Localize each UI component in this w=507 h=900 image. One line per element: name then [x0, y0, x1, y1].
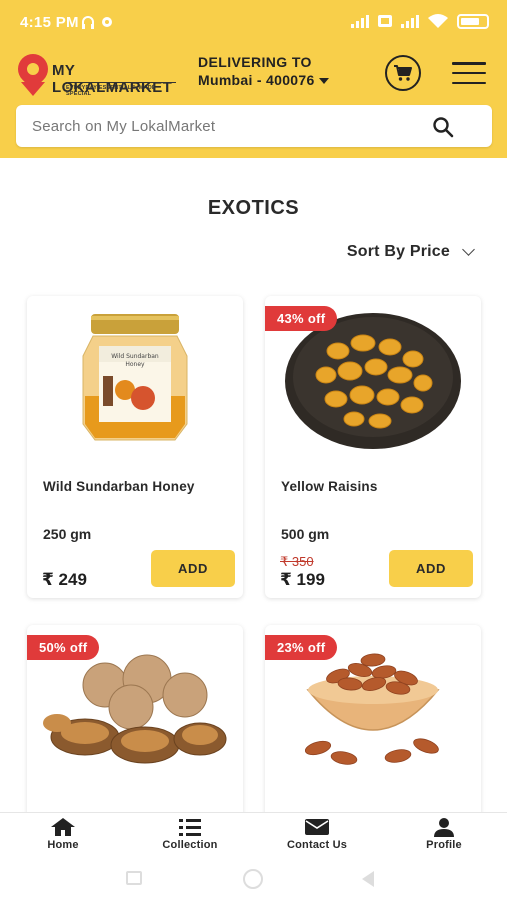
product-weight: 250 gm — [43, 526, 92, 542]
delivery-location-text: Mumbai - 400076 — [198, 72, 315, 88]
nav-contact-label: Contact Us — [286, 839, 348, 851]
page-title: EXOTICS — [207, 197, 300, 219]
cart-button[interactable] — [385, 55, 421, 91]
product-price: ₹ 249 — [42, 570, 87, 589]
search-bar[interactable] — [16, 105, 492, 147]
nav-contact[interactable]: Contact Us — [267, 817, 367, 851]
product-weight: 500 gm — [281, 526, 330, 542]
search-icon[interactable] — [432, 116, 454, 143]
nav-home[interactable]: Home — [13, 817, 113, 851]
discount-badge: 50% off — [27, 635, 100, 660]
signal-icon — [351, 14, 369, 28]
wifi-icon — [428, 14, 448, 28]
battery-icon — [457, 13, 489, 29]
delivery-location-value: Mumbai - 400076 — [198, 72, 329, 88]
nav-home-label: Home — [47, 839, 79, 851]
product-image[interactable]: Wild Sundarban Honey — [27, 296, 243, 456]
recent-apps-icon[interactable] — [126, 871, 142, 885]
nav-collection[interactable]: Collection — [140, 817, 240, 851]
list-icon — [179, 819, 201, 836]
mail-icon — [305, 819, 329, 835]
add-to-cart-button[interactable]: ADD — [151, 550, 235, 587]
signal-2-icon — [401, 14, 419, 28]
chevron-down-icon — [462, 243, 475, 256]
product-card[interactable]: 23% off — [265, 625, 481, 825]
product-card[interactable]: 50% off — [27, 625, 243, 825]
nav-profile-label: Profile — [426, 839, 462, 851]
caret-down-icon — [318, 78, 329, 85]
product-card[interactable]: Wild Sundarban Honey Wild Sundarban Hone… — [27, 296, 243, 598]
headphones-icon — [80, 14, 114, 33]
discount-badge: 43% off — [265, 306, 338, 331]
home-system-icon[interactable] — [243, 869, 263, 889]
menu-button[interactable] — [452, 62, 486, 84]
nav-collection-label: Collection — [162, 839, 218, 851]
status-time: 4:15 PM — [20, 14, 79, 31]
product-price: ₹ 199 — [280, 570, 325, 589]
product-mrp: ₹ 350 — [280, 554, 314, 569]
delivery-label: DELIVERING TO — [198, 54, 312, 70]
svg-text:Wild Sundarban: Wild Sundarban — [111, 353, 159, 360]
sim-icon — [378, 15, 392, 27]
honey-jar-image: Wild Sundarban Honey — [82, 314, 188, 441]
product-name[interactable]: Wild Sundarban Honey — [43, 479, 195, 494]
status-bar: 4:15 PM — [0, 0, 507, 44]
product-name[interactable]: Yellow Raisins — [281, 479, 378, 494]
home-icon — [51, 818, 75, 836]
cart-icon — [394, 65, 412, 81]
sort-dropdown[interactable]: Sort By Price — [346, 243, 475, 261]
add-to-cart-button[interactable]: ADD — [389, 550, 473, 587]
svg-text:Honey: Honey — [125, 361, 145, 368]
delivery-location[interactable]: DELIVERING TO Mumbai - 400076 — [198, 54, 329, 88]
user-icon — [434, 818, 454, 837]
nav-profile[interactable]: Profile — [394, 817, 494, 851]
logo-arrow — [21, 82, 45, 96]
brand-tagline: EVERYDAY ESSENTIALS, MADE SPECIAL — [66, 82, 176, 97]
discount-badge: 23% off — [265, 635, 338, 660]
sort-label: Sort By Price — [346, 243, 450, 260]
system-navigation — [0, 860, 507, 900]
back-icon[interactable] — [362, 871, 374, 887]
status-icons — [351, 13, 489, 29]
bottom-navigation: Home Collection Contact Us Profile — [0, 812, 507, 860]
brand-logo[interactable]: MY LOKALMARKET EVERYDAY ESSENTIALS, MADE… — [11, 47, 176, 98]
search-input[interactable] — [16, 105, 416, 147]
product-card[interactable]: 43% off Yellow Raisins 500 gm ₹ 350 ₹ 19… — [265, 296, 481, 598]
app-header: 4:15 PM MY LOKALMARKET EVERYDAY ESSENTIA… — [0, 0, 507, 158]
